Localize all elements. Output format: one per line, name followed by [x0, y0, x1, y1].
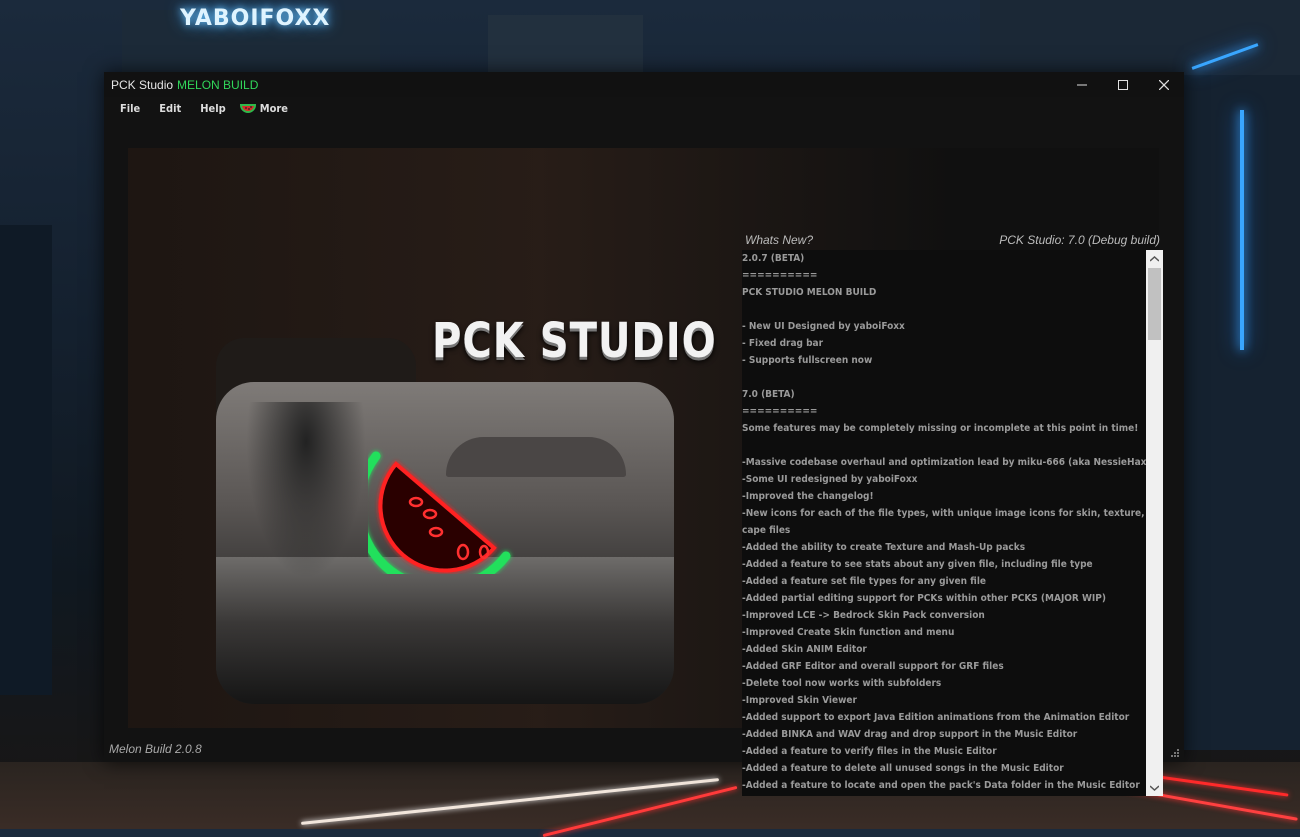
changelog-line: [742, 369, 1146, 386]
changelog-line: 7.0 (BETA): [742, 389, 795, 400]
changelog-line: -Improved Skin Viewer: [742, 695, 857, 706]
changelog-line: ==========: [742, 270, 818, 281]
scroll-down-button[interactable]: [1146, 779, 1163, 796]
changelog-header: Whats New? PCK Studio: 7.0 (Debug build): [742, 231, 1163, 249]
changelog-line: Some features may be completely missing …: [742, 423, 1139, 434]
changelog-line: 2.0.7 (BETA): [742, 253, 805, 264]
changelog-line: -Added Skin ANIM Editor: [742, 644, 867, 655]
changelog-line: [742, 301, 1146, 318]
menu-more-label: More: [259, 102, 288, 115]
changelog-line: -Delete tool now works with subfolders: [742, 678, 942, 689]
wallpaper-building-left: [0, 225, 52, 695]
changelog-line: [742, 437, 1146, 454]
changelog-line: -Some UI redesigned by yaboiFoxx: [742, 474, 918, 485]
scroll-up-button[interactable]: [1146, 250, 1163, 267]
changelog-line: -Added a feature to see stats about any …: [742, 559, 1093, 570]
changelog-line: - New UI Designed by yaboiFoxx: [742, 321, 905, 332]
wallpaper-neon-sign: YABOIFOXX: [180, 6, 331, 31]
changelog-line: -Improved Create Skin function and menu: [742, 627, 955, 638]
main-panel: PCK STUDIO Whats New? PCK Studio: 7.0 (D…: [128, 148, 1163, 796]
close-button[interactable]: [1144, 72, 1184, 97]
scroll-thumb[interactable]: [1148, 268, 1161, 340]
changelog-line: -Added support to export Java Edition an…: [742, 712, 1130, 723]
changelog-scrollbar[interactable]: [1146, 250, 1163, 796]
changelog-line: -Added partial editing support for PCKs …: [742, 593, 1106, 604]
logo-photo-palms: [236, 402, 376, 602]
resize-grip-icon[interactable]: [1170, 748, 1180, 758]
changelog-line: -Added a feature to delete all unused so…: [742, 763, 1064, 774]
status-bar: Melon Build 2.0.8: [104, 738, 1184, 762]
chevron-up-icon: [1150, 255, 1159, 262]
changelog-line: -New icons for each of the file types, w…: [742, 508, 1146, 519]
minimize-button[interactable]: [1062, 72, 1102, 97]
changelog-textbox[interactable]: 2.0.7 (BETA) ========== PCK STUDIO MELON B…: [742, 250, 1146, 796]
minimize-icon: [1077, 84, 1087, 85]
maximize-button[interactable]: [1103, 72, 1143, 97]
chevron-down-icon: [1150, 784, 1159, 791]
close-icon: [1159, 79, 1169, 90]
changelog-line: cape files: [742, 525, 791, 536]
menu-bar: File Edit Help More: [104, 97, 1184, 120]
version-label: PCK Studio: 7.0 (Debug build): [999, 233, 1160, 247]
window-title: PCK Studio: [111, 77, 174, 92]
wallpaper-neon-bar-vertical: [1240, 110, 1244, 350]
changelog-line: -Added a feature to locate and open the …: [742, 780, 1140, 791]
changelog-line: -Improved LCE -> Bedrock Skin Pack conve…: [742, 610, 985, 621]
changelog-line: - Supports fullscreen now: [742, 355, 873, 366]
changelog-line: -Improved the changelog!: [742, 491, 874, 502]
logo-title: PCK STUDIO: [432, 313, 717, 369]
changelog-line: ==========: [742, 406, 818, 417]
wallpaper-building-right-top: [980, 0, 1300, 75]
changelog-line: PCK STUDIO MELON BUILD: [742, 287, 877, 298]
changelog-line: -Added GRF Editor and overall support fo…: [742, 661, 1004, 672]
changelog-line: -Added a feature set file types for any …: [742, 576, 986, 587]
menu-file[interactable]: File: [120, 102, 140, 115]
menu-more[interactable]: More: [239, 102, 288, 115]
changelog-line: -Massive codebase overhaul and optimizat…: [742, 457, 1146, 468]
wallpaper-building-top2: [488, 15, 643, 75]
changelog-line: - Fixed drag bar: [742, 338, 824, 349]
watermelon-icon: [239, 103, 256, 113]
maximize-icon: [1118, 79, 1128, 90]
menu-help[interactable]: Help: [200, 102, 225, 115]
watermelon-logo-icon: [368, 451, 511, 574]
app-window: PCK Studio MELON BUILD File Edit Help Mo…: [104, 72, 1184, 796]
menu-edit[interactable]: Edit: [159, 102, 181, 115]
changelog-title: Whats New?: [745, 233, 814, 247]
changelog-line: -Added the ability to create Texture and…: [742, 542, 1026, 553]
window-title-accent: MELON BUILD: [177, 77, 259, 92]
build-label: Melon Build 2.0.8: [109, 742, 202, 756]
title-bar[interactable]: PCK Studio MELON BUILD: [104, 72, 1184, 97]
